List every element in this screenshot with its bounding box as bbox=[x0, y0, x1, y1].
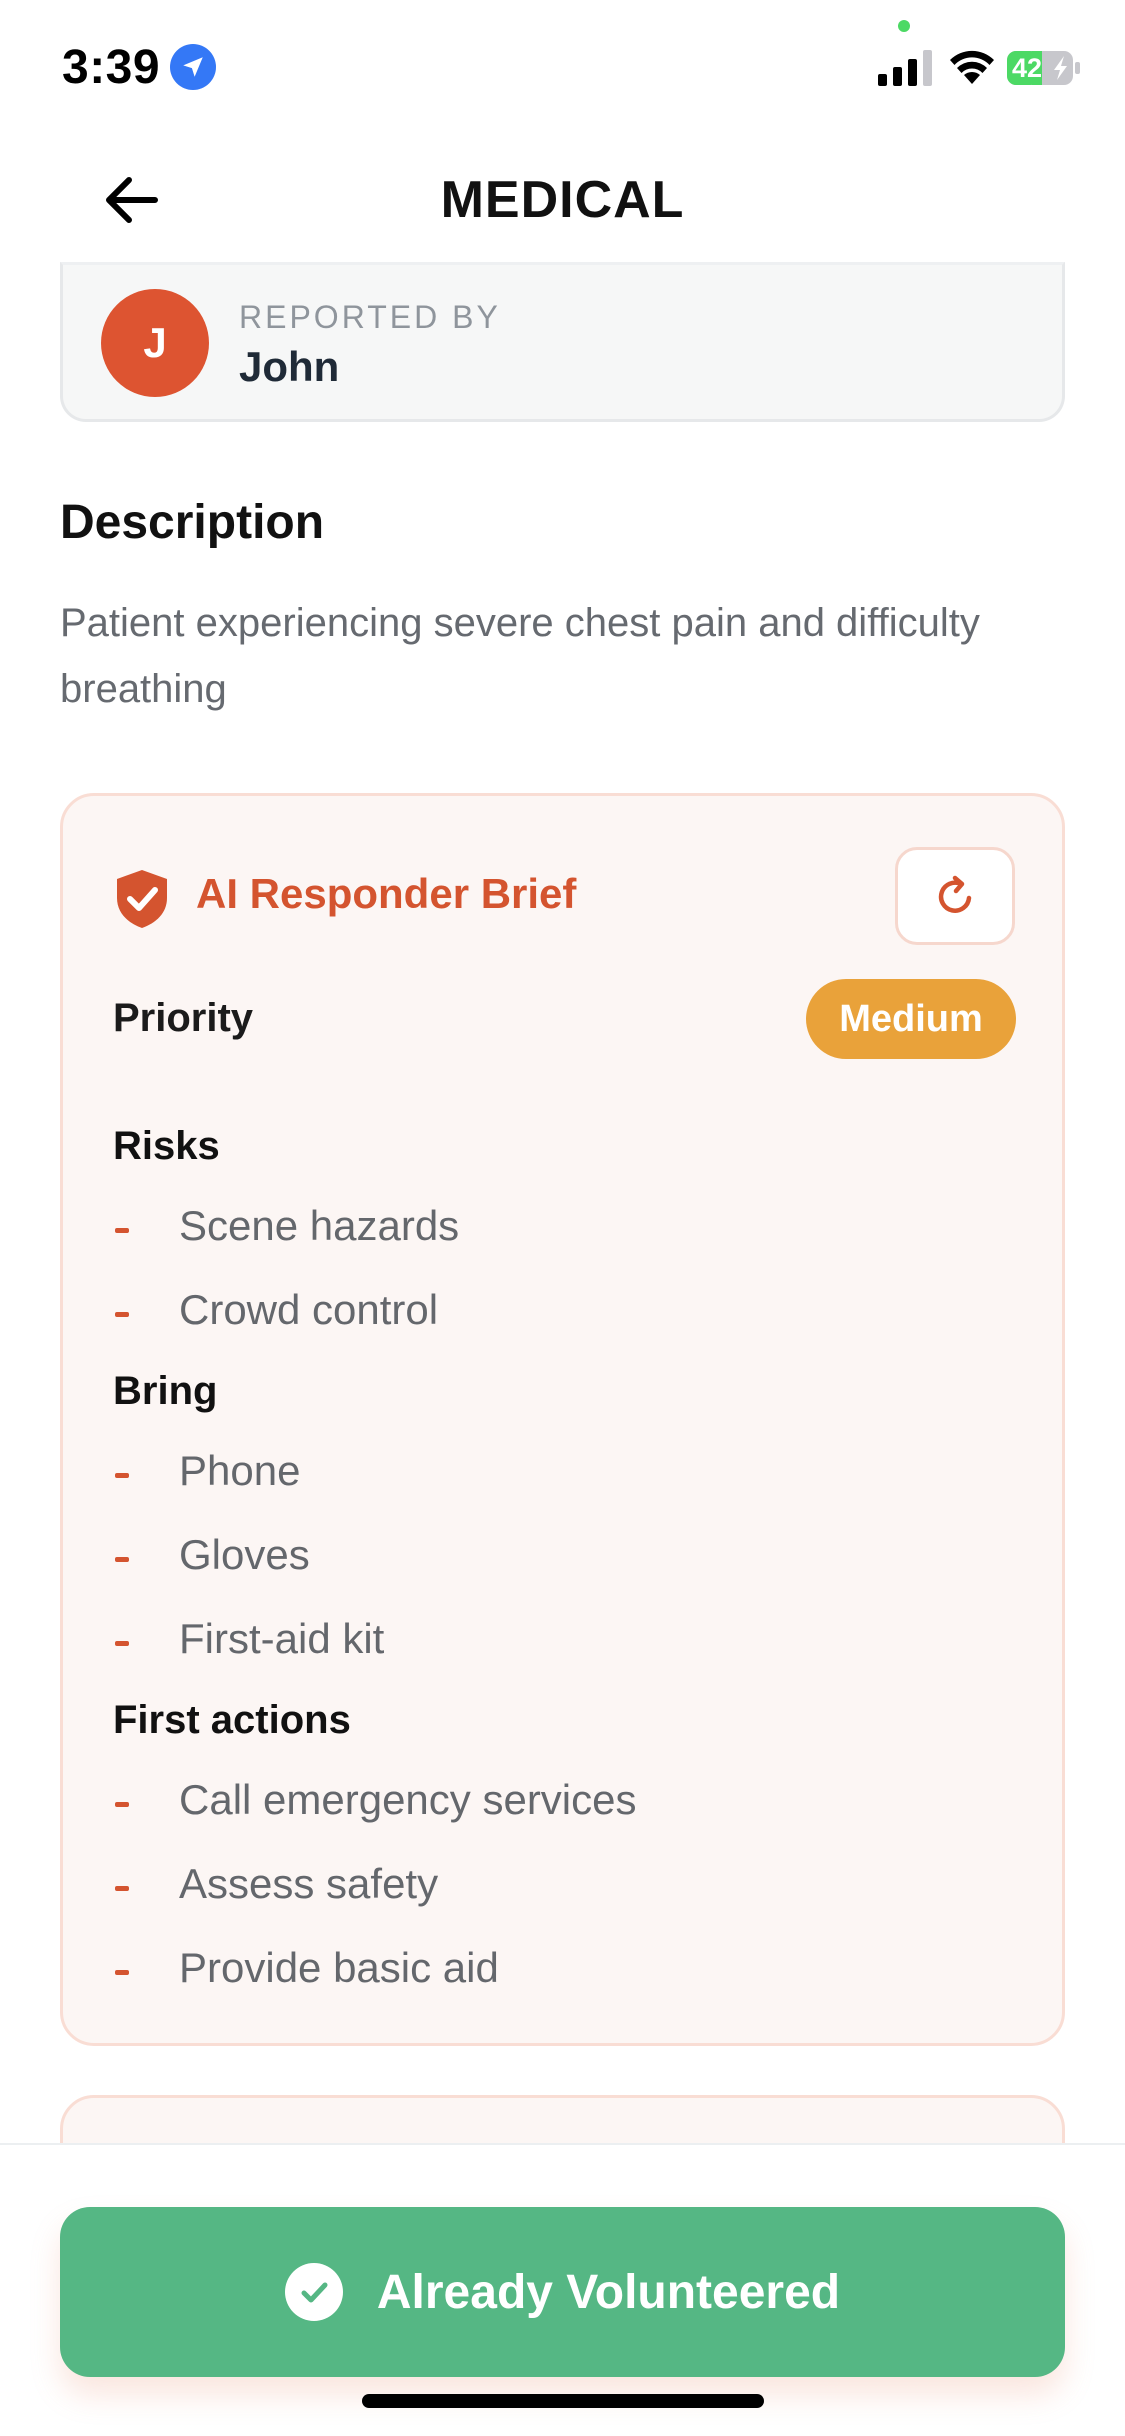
location-arrow-icon bbox=[170, 44, 216, 90]
already-volunteered-button[interactable]: Already Volunteered bbox=[60, 2207, 1065, 2377]
first-actions-heading: First actions bbox=[113, 1698, 351, 1742]
priority-badge: Medium bbox=[806, 979, 1016, 1059]
bullet-dash bbox=[115, 1312, 129, 1317]
bullet-dash bbox=[115, 1557, 129, 1562]
check-circle-icon bbox=[284, 2263, 343, 2321]
volunteer-button-label: Already Volunteered bbox=[376, 2265, 841, 2319]
list-item: Gloves bbox=[113, 1527, 1013, 1587]
incident-detail-screen: 3:39 42 MEDICAL J REPORTED BY John Descr… bbox=[0, 0, 1125, 2436]
privacy-indicator-dot bbox=[898, 20, 910, 32]
shield-check-icon bbox=[117, 870, 167, 928]
refresh-icon bbox=[938, 875, 972, 913]
list-item-text: Phone bbox=[179, 1447, 301, 1494]
avatar: J bbox=[101, 289, 209, 397]
ai-brief-title: AI Responder Brief bbox=[196, 870, 577, 917]
reporter-name: John bbox=[239, 343, 340, 390]
list-item-text: Scene hazards bbox=[179, 1202, 460, 1249]
list-item-text: Gloves bbox=[179, 1531, 310, 1578]
bottom-action-bar: Already Volunteered bbox=[0, 2143, 1125, 2436]
list-item-text: First-aid kit bbox=[179, 1615, 385, 1662]
description-text: Patient experiencing severe chest pain a… bbox=[60, 601, 980, 711]
list-item-text: Crowd control bbox=[179, 1286, 439, 1333]
list-item: Provide basic aid bbox=[113, 1940, 1013, 2000]
risks-heading: Risks bbox=[113, 1124, 220, 1168]
status-bar: 3:39 42 bbox=[0, 0, 1125, 140]
description-heading: Description bbox=[60, 496, 325, 549]
list-item: Crowd control bbox=[113, 1282, 1013, 1342]
bullet-dash bbox=[115, 1970, 129, 1975]
list-item-text: Call emergency services bbox=[179, 1776, 637, 1823]
bullet-dash bbox=[115, 1228, 129, 1233]
bullet-dash bbox=[115, 1802, 129, 1807]
bullet-dash bbox=[115, 1473, 129, 1478]
reporter-card: J REPORTED BY John bbox=[60, 262, 1065, 422]
reported-by-label: REPORTED BY bbox=[239, 299, 501, 335]
list-item: Assess safety bbox=[113, 1856, 1013, 1916]
nav-header: MEDICAL bbox=[0, 150, 1125, 250]
list-item: Phone bbox=[113, 1443, 1013, 1503]
list-item-text: Provide basic aid bbox=[179, 1944, 499, 1991]
bullet-dash bbox=[115, 1886, 129, 1891]
battery-level: 42 bbox=[1012, 53, 1043, 83]
battery-charging-icon: 42 bbox=[1006, 50, 1082, 86]
list-item: Call emergency services bbox=[113, 1772, 1013, 1832]
priority-label: Priority bbox=[113, 996, 254, 1040]
list-item: Scene hazards bbox=[113, 1198, 1013, 1258]
signal-icon bbox=[878, 50, 932, 86]
wifi-icon bbox=[950, 50, 994, 84]
bullet-dash bbox=[115, 1641, 129, 1646]
home-indicator bbox=[362, 2394, 764, 2408]
status-time: 3:39 bbox=[62, 41, 161, 94]
ai-brief-card: AI Responder Brief Priority Medium Risks… bbox=[60, 793, 1065, 2046]
list-item: First-aid kit bbox=[113, 1611, 1013, 1671]
refresh-brief-button[interactable] bbox=[895, 847, 1015, 945]
page-title: MEDICAL bbox=[440, 171, 685, 229]
list-item-text: Assess safety bbox=[179, 1860, 439, 1907]
bring-heading: Bring bbox=[113, 1369, 218, 1413]
